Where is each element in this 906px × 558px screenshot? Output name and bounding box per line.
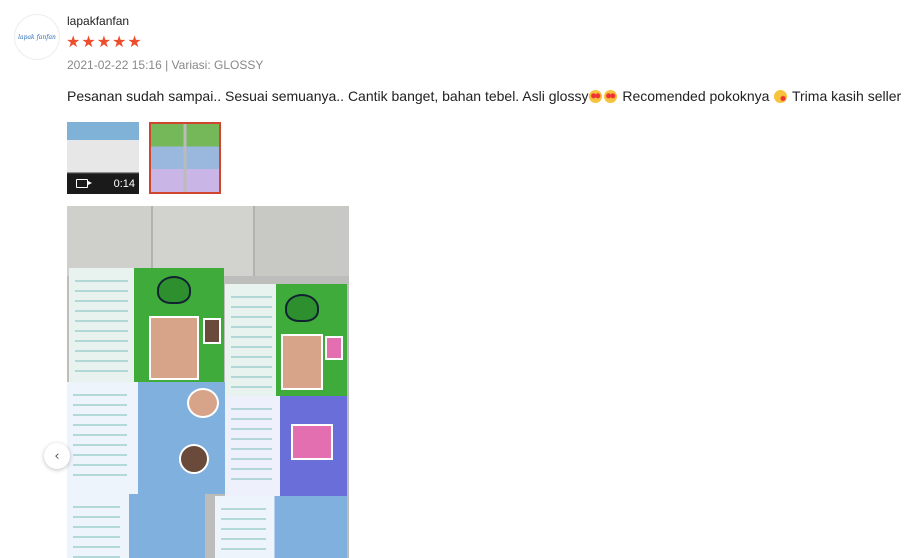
comment-text: Pesanan sudah sampai.. Sesuai semuanya..… — [67, 88, 589, 104]
video-duration: 0:14 — [113, 178, 135, 190]
star-icon: ★ — [112, 32, 127, 51]
comment-text: Recomended pokoknya — [618, 88, 770, 104]
avatar[interactable]: lapak fanfan — [14, 14, 60, 60]
photo-calendar-1 — [69, 268, 224, 396]
reviewer-username: lapakfanfan — [67, 14, 130, 28]
carousel-prev-button[interactable]: ‹ — [44, 443, 70, 469]
video-camera-icon — [76, 179, 92, 188]
comment-text: Trima kasih seller — [788, 88, 902, 104]
review-comment: Pesanan sudah sampai.. Sesuai semuanya..… — [67, 88, 901, 104]
rating-stars: ★ ★ ★ ★ ★ — [66, 33, 142, 51]
photo-calendar-4 — [225, 396, 347, 496]
chevron-left-icon: ‹ — [54, 448, 60, 464]
video-thumbnail[interactable]: 0:14 — [67, 122, 139, 194]
photo-thumbnail-selected[interactable] — [149, 122, 221, 194]
photo-calendar-3 — [67, 382, 225, 494]
kissing-face-emoji-icon — [774, 90, 788, 103]
star-icon: ★ — [127, 32, 142, 51]
photo-calendar-2 — [225, 284, 347, 404]
star-icon: ★ — [66, 32, 81, 51]
heart-eyes-emoji-icon — [604, 90, 618, 103]
photo-calendar-6 — [215, 496, 347, 558]
review-main-photo[interactable] — [67, 206, 349, 558]
star-icon: ★ — [81, 32, 96, 51]
star-icon: ★ — [96, 32, 112, 51]
photo-wall-tiles — [67, 206, 349, 276]
avatar-logo-text: lapak fanfan — [18, 33, 56, 41]
review-date-variant: 2021-02-22 15:16 | Variasi: GLOSSY — [67, 58, 264, 72]
photo-calendar-5 — [67, 494, 205, 558]
heart-eyes-emoji-icon — [589, 90, 603, 103]
